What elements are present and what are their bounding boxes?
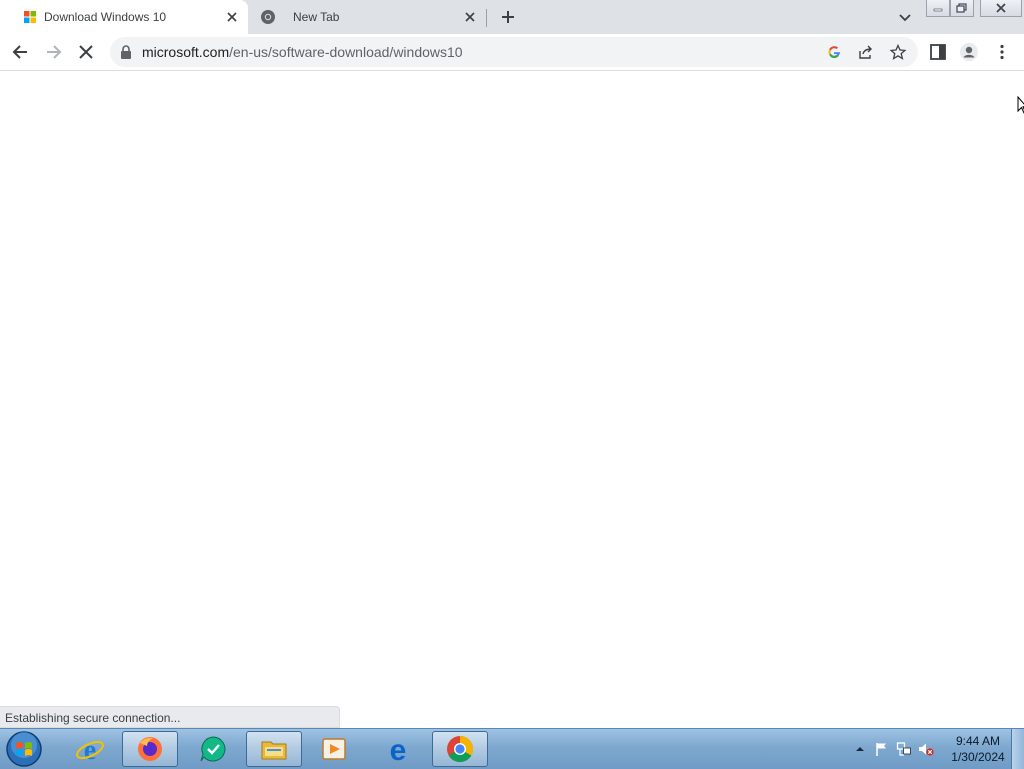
share-icon[interactable] bbox=[858, 44, 874, 60]
file-explorer-icon bbox=[261, 741, 287, 760]
taskbar-edge[interactable]: e bbox=[370, 731, 426, 767]
system-tray: 9:44 AM 1/30/2024 bbox=[834, 729, 1024, 769]
taskbar-firefox[interactable] bbox=[122, 731, 178, 767]
close-tab-icon[interactable] bbox=[224, 9, 240, 25]
close-tab-icon[interactable] bbox=[462, 9, 478, 25]
status-bubble: Establishing secure connection... bbox=[0, 706, 340, 728]
profile-avatar-icon[interactable] bbox=[959, 42, 979, 62]
show-hidden-icons-icon[interactable] bbox=[854, 741, 866, 757]
page-content-area[interactable] bbox=[0, 71, 1024, 728]
tab-new-tab[interactable]: New Tab bbox=[250, 0, 486, 34]
taskbar-chat-app[interactable] bbox=[185, 731, 241, 767]
tab-download-windows-10[interactable]: Download Windows 10 bbox=[0, 0, 248, 34]
svg-text:e: e bbox=[390, 734, 407, 764]
taskbar-media-player[interactable] bbox=[306, 731, 362, 767]
tab-search-chevron-icon[interactable] bbox=[897, 9, 913, 25]
url-text[interactable]: microsoft.com/en-us/software-download/wi… bbox=[142, 44, 463, 60]
show-desktop-button[interactable] bbox=[1011, 729, 1024, 769]
volume-muted-icon[interactable] bbox=[918, 741, 934, 757]
chrome-icon bbox=[447, 735, 474, 763]
close-window-button[interactable] bbox=[980, 0, 1022, 17]
tab-title: Download Windows 10 bbox=[44, 10, 167, 24]
close-icon bbox=[996, 3, 1006, 13]
edge-icon: e bbox=[390, 734, 407, 764]
minimize-button[interactable] bbox=[926, 0, 950, 17]
url-path: /en-us/software-download/windows10 bbox=[229, 44, 463, 60]
minimize-icon bbox=[933, 8, 943, 12]
restore-icon bbox=[956, 3, 967, 13]
taskbar-chrome[interactable] bbox=[432, 731, 488, 767]
network-icon[interactable] bbox=[896, 741, 912, 757]
side-panel-icon[interactable] bbox=[928, 42, 948, 62]
taskbar-internet-explorer[interactable]: e bbox=[62, 731, 118, 767]
mouse-cursor-icon bbox=[1017, 96, 1024, 114]
address-bar[interactable]: microsoft.com/en-us/software-download/wi… bbox=[110, 37, 918, 67]
taskbar-clock[interactable]: 9:44 AM 1/30/2024 bbox=[938, 733, 1018, 765]
firefox-icon bbox=[138, 737, 162, 761]
bookmark-star-icon[interactable] bbox=[890, 44, 906, 60]
svg-text:e: e bbox=[84, 735, 96, 764]
media-player-icon bbox=[322, 738, 346, 760]
microsoft-logo-icon bbox=[24, 11, 36, 23]
browser-toolbar: microsoft.com/en-us/software-download/wi… bbox=[0, 34, 1024, 71]
internet-explorer-icon: e bbox=[76, 735, 104, 764]
menu-kebab-icon[interactable] bbox=[992, 42, 1012, 62]
google-lens-icon[interactable] bbox=[826, 44, 842, 60]
taskbar-file-explorer[interactable] bbox=[246, 731, 302, 767]
chat-app-icon bbox=[200, 736, 226, 762]
windows-taskbar: e e 9:44 AM 1/30/2024 bbox=[0, 728, 1024, 769]
tab-separator bbox=[486, 9, 487, 27]
forward-arrow-icon[interactable] bbox=[43, 42, 63, 62]
window-controls bbox=[926, 0, 1022, 18]
back-arrow-icon[interactable] bbox=[11, 42, 31, 62]
chrome-icon bbox=[261, 10, 275, 24]
url-domain: microsoft.com bbox=[142, 44, 230, 60]
new-tab-plus-icon[interactable] bbox=[499, 8, 517, 26]
tab-strip: Download Windows 10 New Tab bbox=[0, 0, 1024, 34]
tab-title: New Tab bbox=[293, 10, 340, 24]
stop-loading-icon[interactable] bbox=[76, 42, 96, 62]
clock-time: 9:44 AM bbox=[955, 734, 1001, 748]
clock-date: 1/30/2024 bbox=[951, 750, 1005, 764]
action-center-flag-icon[interactable] bbox=[874, 741, 890, 757]
lock-icon[interactable] bbox=[120, 45, 132, 59]
restore-button[interactable] bbox=[950, 0, 974, 17]
start-button-icon[interactable] bbox=[4, 730, 44, 768]
